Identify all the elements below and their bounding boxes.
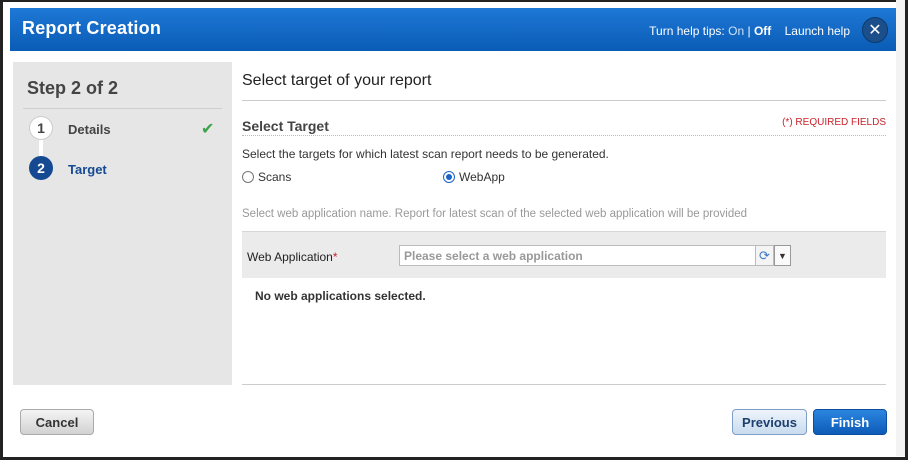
- dialog-header: Report Creation Turn help tips: On | Off…: [10, 8, 896, 51]
- required-star: *: [332, 250, 338, 264]
- web-application-label-text: Web Application: [247, 250, 333, 264]
- radio-scans-label: Scans: [258, 170, 292, 184]
- web-app-hint: Select web application name. Report for …: [242, 208, 748, 220]
- help-tips-off[interactable]: Off: [754, 24, 771, 38]
- close-button[interactable]: ✕: [862, 17, 888, 43]
- help-tips: Turn help tips: On | Off Launch help: [649, 24, 850, 38]
- sidebar-divider: [23, 108, 222, 109]
- check-icon: ✔: [201, 121, 215, 138]
- close-icon: ✕: [868, 22, 882, 39]
- page-heading: Select target of your report: [242, 72, 432, 89]
- required-fields-note: (*) REQUIRED FIELDS: [782, 117, 886, 128]
- wizard-sidebar: Step 2 of 2 1 Details ✔ 2 Target: [13, 62, 232, 385]
- help-tips-separator: |: [747, 24, 751, 38]
- step-target[interactable]: Target: [68, 162, 107, 177]
- refresh-icon: ⟳: [759, 247, 770, 263]
- launch-help-link[interactable]: Launch help: [785, 24, 850, 38]
- radio-webapp-label: WebApp: [459, 170, 505, 184]
- radio-scans[interactable]: Scans: [242, 170, 291, 184]
- step-2-number: 2: [29, 156, 53, 180]
- radio-scans-button[interactable]: [242, 171, 254, 183]
- web-application-row: Web Application* Please select a web app…: [242, 231, 886, 278]
- refresh-button[interactable]: ⟳: [756, 245, 774, 266]
- chevron-down-icon: ▼: [778, 250, 787, 261]
- heading-divider: [242, 100, 886, 101]
- finish-button[interactable]: Finish: [813, 409, 887, 435]
- web-application-label: Web Application*: [247, 250, 338, 264]
- radio-webapp[interactable]: WebApp: [443, 170, 505, 184]
- section-title: Select Target: [242, 118, 329, 134]
- target-description: Select the targets for which latest scan…: [242, 147, 609, 161]
- step-counter: Step 2 of 2: [27, 78, 119, 98]
- radio-webapp-button[interactable]: [443, 171, 455, 183]
- dialog-title: Report Creation: [22, 18, 162, 38]
- step-details[interactable]: Details: [68, 122, 111, 137]
- previous-button[interactable]: Previous: [732, 409, 807, 435]
- help-tips-label: Turn help tips:: [649, 24, 725, 38]
- background-edge: [896, 0, 905, 456]
- section-divider: [242, 135, 886, 136]
- footer-divider: [242, 384, 886, 385]
- help-tips-on[interactable]: On: [728, 24, 744, 38]
- step-1-number: 1: [29, 116, 53, 140]
- cancel-button[interactable]: Cancel: [20, 409, 94, 435]
- empty-selection-message: No web applications selected.: [255, 289, 426, 303]
- dropdown-button[interactable]: ▼: [774, 245, 791, 266]
- web-application-select[interactable]: Please select a web application: [399, 245, 756, 266]
